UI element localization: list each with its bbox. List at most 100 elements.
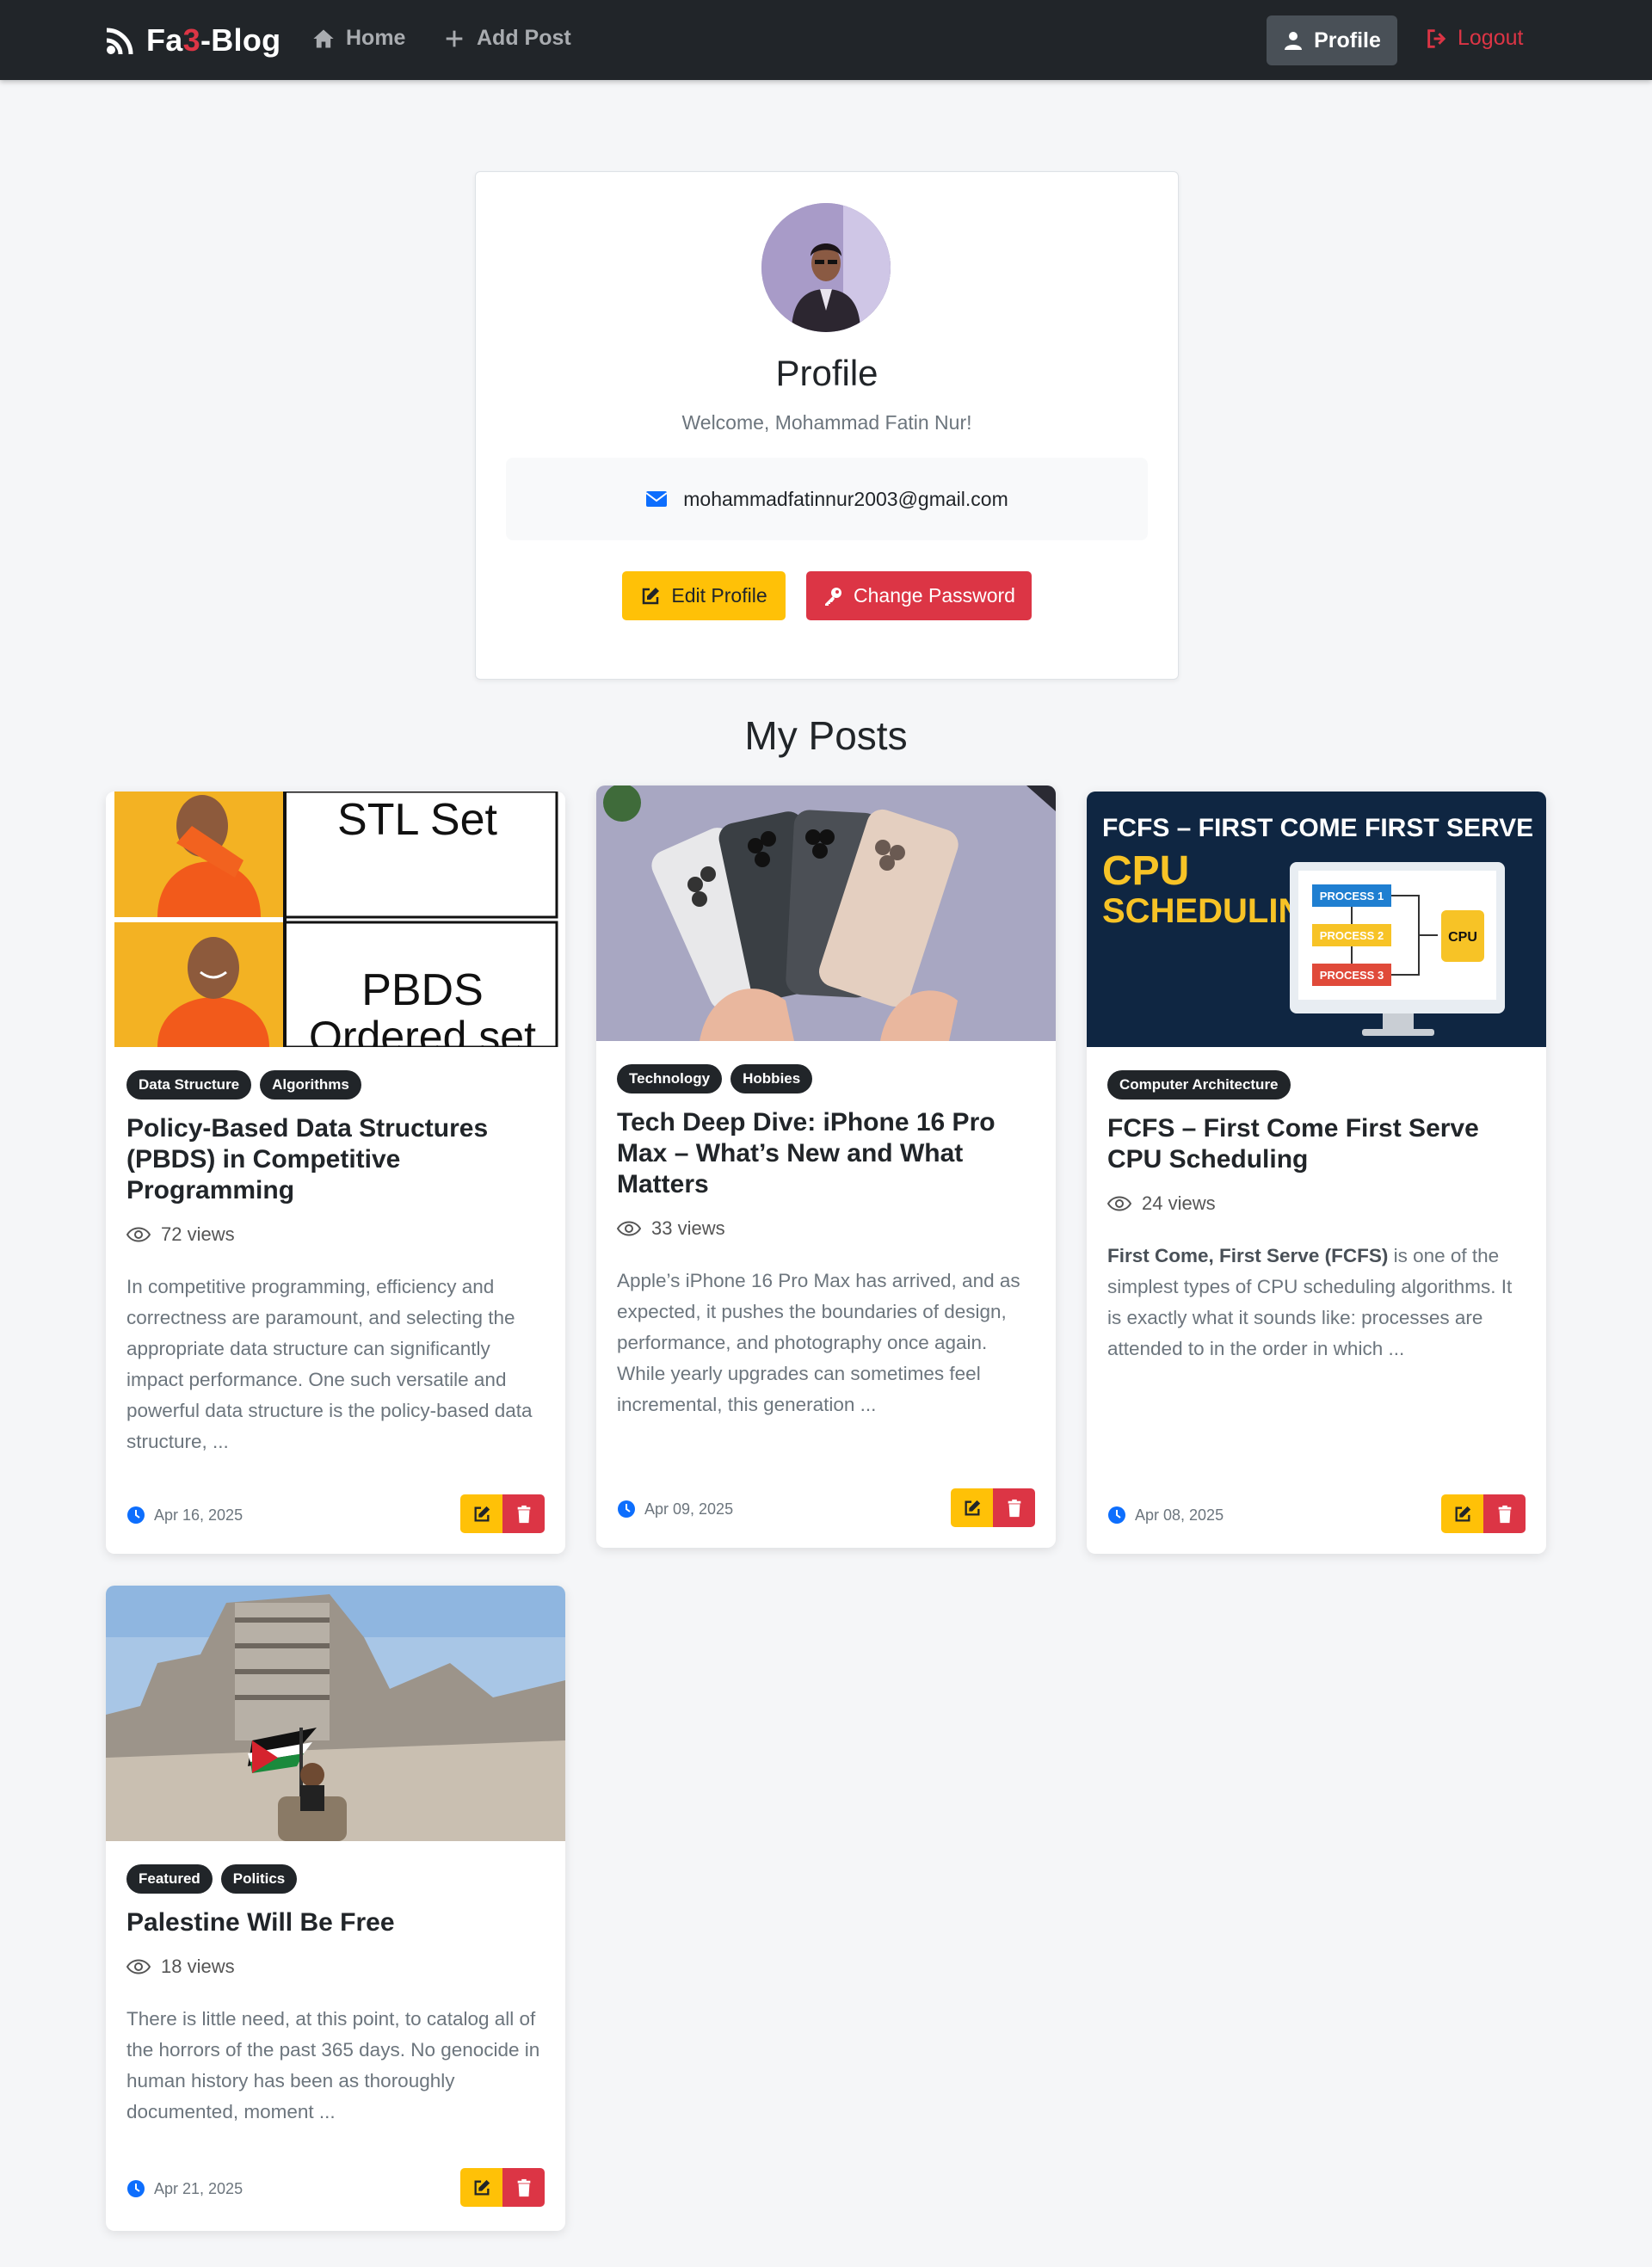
view-count: 33 views <box>617 1217 725 1240</box>
image-process-3: PROCESS 3 <box>1320 969 1384 982</box>
image-text-ordered-set: Ordered set <box>309 1013 536 1047</box>
post-date-text: Apr 08, 2025 <box>1135 1506 1224 1524</box>
change-password-button[interactable]: Change Password <box>806 571 1032 620</box>
brand-logo-link[interactable]: Fa3-Blog <box>103 22 280 59</box>
delete-post-button[interactable] <box>993 1488 1035 1527</box>
edit-post-button[interactable] <box>951 1488 993 1527</box>
clock-icon <box>127 2180 145 2197</box>
profile-card: Profile Welcome, Mohammad Fatin Nur! moh… <box>475 171 1179 680</box>
avatar-image <box>761 203 891 332</box>
view-count: 24 views <box>1107 1192 1216 1215</box>
nav-logout-label: Logout <box>1458 26 1524 50</box>
post-excerpt: First Come, First Serve (FCFS) is one of… <box>1107 1241 1529 1365</box>
post-card[interactable]: Featured Politics Palestine Will Be Free… <box>106 1586 565 2231</box>
post-card[interactable]: FCFS – FIRST COME FIRST SERVE CPU SCHEDU… <box>1087 792 1546 1554</box>
nav-home-label: Home <box>346 26 406 50</box>
tag[interactable]: Algorithms <box>260 1070 361 1100</box>
post-title[interactable]: Policy-Based Data Structures (PBDS) in C… <box>126 1113 545 1206</box>
logout-icon <box>1427 28 1446 48</box>
tag-list: Featured Politics <box>126 1864 298 1894</box>
image-process-1: PROCESS 1 <box>1320 890 1384 902</box>
view-count-text: 72 views <box>161 1223 235 1245</box>
nav-logout-link[interactable]: Logout <box>1425 26 1523 51</box>
post-title[interactable]: Palestine Will Be Free <box>126 1907 545 1938</box>
image-cpu-label: CPU <box>1448 930 1477 945</box>
post-card[interactable]: Technology Hobbies Tech Deep Dive: iPhon… <box>596 785 1056 1548</box>
trash-icon <box>1008 1499 1020 1517</box>
post-date: Apr 08, 2025 <box>1107 1506 1224 1525</box>
eye-icon <box>1107 1196 1131 1211</box>
tag[interactable]: Technology <box>617 1064 723 1093</box>
tag[interactable]: Featured <box>126 1864 213 1894</box>
clock-icon <box>127 1506 145 1524</box>
email-text: mohammadfatinnur2003@gmail.com <box>683 487 1008 510</box>
delete-post-button[interactable] <box>502 2168 545 2207</box>
trash-icon <box>517 1505 530 1523</box>
post-image[interactable] <box>106 1586 565 1841</box>
delete-post-button[interactable] <box>502 1494 545 1533</box>
view-count-text: 33 views <box>651 1217 725 1239</box>
tag-list: Technology Hobbies <box>617 1064 813 1093</box>
post-date: Apr 21, 2025 <box>126 2179 243 2198</box>
brand-name: Fa3-Blog <box>146 22 281 58</box>
edit-post-button[interactable] <box>460 2168 502 2207</box>
post-actions <box>1441 1494 1526 1533</box>
home-icon <box>313 29 334 47</box>
nav-add-post-label: Add Post <box>477 26 571 50</box>
nav-add-post-link[interactable]: Add Post <box>442 26 571 51</box>
email-box: mohammadfatinnur2003@gmail.com <box>506 458 1148 540</box>
post-title[interactable]: FCFS – First Come First Serve CPU Schedu… <box>1107 1113 1526 1175</box>
edit-profile-label: Edit Profile <box>671 584 767 607</box>
profile-welcome-text: Welcome, Mohammad Fatin Nur! <box>681 411 972 434</box>
key-icon <box>825 587 842 606</box>
tag[interactable]: Computer Architecture <box>1107 1070 1291 1100</box>
user-icon <box>1285 32 1303 50</box>
post-image[interactable] <box>596 785 1056 1041</box>
post-actions <box>951 1488 1035 1527</box>
change-password-label: Change Password <box>854 584 1015 607</box>
post-actions <box>460 1494 545 1533</box>
edit-icon <box>474 2179 490 2195</box>
delete-post-button[interactable] <box>1483 1494 1526 1533</box>
post-actions <box>460 2168 545 2207</box>
post-image[interactable]: STL Set PBDS Ordered set <box>106 792 565 1047</box>
tag-list: Data Structure Algorithms <box>126 1070 361 1100</box>
profile-title: Profile <box>775 353 878 393</box>
post-card[interactable]: STL Set PBDS Ordered set Data Structure … <box>106 792 565 1554</box>
navbar: Fa3-Blog Home Add Post Profile Logout <box>0 0 1652 80</box>
tag[interactable]: Hobbies <box>730 1064 813 1093</box>
edit-post-button[interactable] <box>1441 1494 1483 1533</box>
view-count: 18 views <box>126 1956 235 1978</box>
my-posts-heading: My Posts <box>744 713 908 758</box>
eye-icon <box>617 1221 641 1236</box>
edit-icon <box>965 1500 980 1515</box>
nav-home-link[interactable]: Home <box>311 26 405 51</box>
tag-list: Computer Architecture <box>1107 1070 1291 1100</box>
envelope-icon <box>645 491 668 507</box>
post-excerpt: Apple’s iPhone 16 Pro Max has arrived, a… <box>617 1270 1020 1415</box>
edit-icon <box>643 587 660 604</box>
post-excerpt-bold: First Come, First Serve (FCFS) <box>1107 1245 1389 1266</box>
tag[interactable]: Data Structure <box>126 1070 252 1100</box>
plus-icon <box>446 30 463 46</box>
image-text-pbds: PBDS <box>361 965 484 1015</box>
eye-icon <box>126 1959 151 1974</box>
image-heading: FCFS – FIRST COME FIRST SERVE <box>1102 814 1533 842</box>
post-title[interactable]: Tech Deep Dive: iPhone 16 Pro Max – What… <box>617 1107 1035 1200</box>
nav-profile-button[interactable]: Profile <box>1267 15 1397 65</box>
post-date: Apr 09, 2025 <box>617 1500 733 1519</box>
edit-post-button[interactable] <box>460 1494 502 1533</box>
clock-icon <box>1108 1506 1125 1524</box>
post-date-text: Apr 09, 2025 <box>644 1500 734 1518</box>
trash-icon <box>1498 1505 1511 1523</box>
post-date: Apr 16, 2025 <box>126 1506 243 1525</box>
image-text-stl-set: STL Set <box>337 795 497 845</box>
avatar <box>761 203 891 332</box>
post-date-text: Apr 16, 2025 <box>154 1506 243 1524</box>
feed-icon <box>106 28 133 55</box>
edit-profile-button[interactable]: Edit Profile <box>622 571 786 620</box>
tag[interactable]: Politics <box>220 1864 298 1894</box>
view-count-text: 18 views <box>161 1956 235 1977</box>
post-image[interactable]: FCFS – FIRST COME FIRST SERVE CPU SCHEDU… <box>1087 792 1546 1047</box>
edit-icon <box>1455 1506 1470 1521</box>
